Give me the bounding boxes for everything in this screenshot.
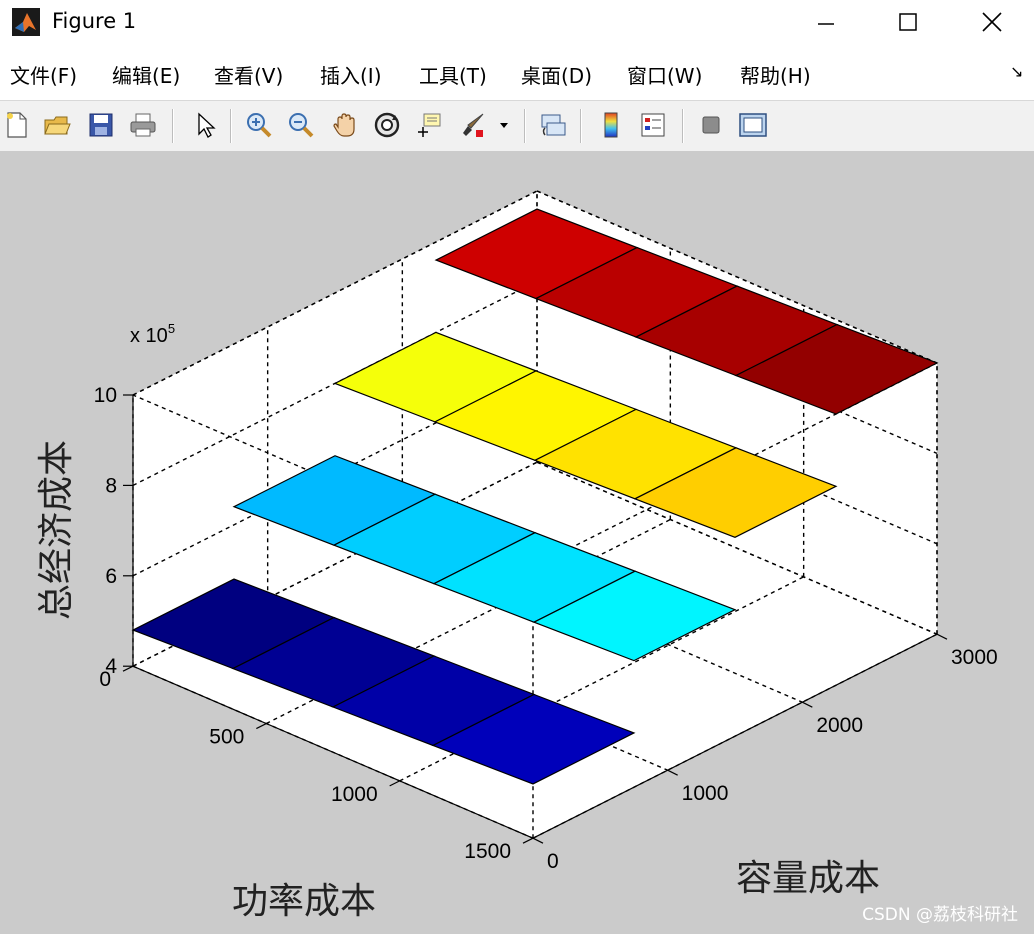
y-tick-label: 2000 — [816, 714, 863, 737]
open-file-icon — [44, 116, 71, 135]
z-tick-label: 6 — [105, 565, 117, 588]
rotate-3d-button[interactable] — [370, 107, 404, 143]
menu-view[interactable]: 查看(V) — [214, 60, 283, 89]
show-plot-tools-icon — [739, 113, 767, 137]
zoom-in-button[interactable] — [242, 107, 276, 143]
new-figure-button[interactable] — [0, 107, 34, 143]
x-tick-label: 1000 — [331, 783, 378, 806]
brush-button[interactable] — [456, 107, 490, 143]
x-axis-label: 功率成本 — [232, 881, 376, 922]
hide-plot-tools-button[interactable] — [694, 107, 728, 143]
link-plot-button[interactable] — [536, 107, 570, 143]
y-tick — [802, 701, 813, 708]
save-button[interactable] — [84, 107, 118, 143]
maximize-button[interactable] — [878, 0, 938, 44]
watermark: CSDN @荔枝科研社 — [862, 905, 1018, 925]
matlab-logo-icon — [12, 8, 40, 36]
menu-dock-arrow-icon[interactable]: ↘ — [1010, 62, 1023, 81]
z-tick-label: 8 — [105, 474, 117, 497]
brush-icon — [463, 113, 484, 137]
menu-tools[interactable]: 工具(T) — [419, 60, 487, 89]
z-tick-label: 10 — [94, 384, 117, 407]
brush-dropdown-button[interactable] — [492, 107, 516, 143]
select-pointer-button[interactable] — [188, 107, 222, 143]
pan-button[interactable] — [328, 107, 362, 143]
y-tick — [667, 769, 678, 776]
y-tick-label: 1000 — [682, 782, 729, 805]
toolbar-separator — [682, 109, 684, 143]
print-button[interactable] — [126, 107, 160, 143]
toolbar-separator — [580, 109, 582, 143]
insert-colorbar-button[interactable] — [594, 107, 628, 143]
maximize-icon — [899, 13, 917, 31]
show-plot-tools-button[interactable] — [736, 107, 770, 143]
y-tick — [532, 837, 544, 844]
hide-plot-tools-icon — [702, 116, 720, 134]
rotate-3d-icon — [374, 112, 400, 138]
menu-insert[interactable]: 插入(I) — [320, 60, 382, 89]
x-tick-label: 500 — [209, 726, 244, 749]
toolbar-separator — [524, 109, 526, 143]
link-plot-icon — [541, 114, 566, 136]
toolbar-separator — [230, 109, 232, 143]
surface-plot[interactable]: 050010001500 010002000300046810 功率成本 容量成本… — [0, 151, 1034, 934]
minimize-icon — [818, 23, 834, 25]
close-icon — [982, 12, 1002, 32]
legend-icon — [641, 113, 665, 137]
save-icon — [89, 113, 113, 137]
x-tick — [122, 665, 134, 672]
x-tick — [256, 722, 267, 730]
menu-edit[interactable]: 编辑(E) — [112, 60, 180, 89]
menu-file[interactable]: 文件(F) — [10, 60, 77, 89]
insert-legend-button[interactable] — [636, 107, 670, 143]
toolbar-separator — [172, 109, 174, 143]
x-tick — [389, 780, 400, 787]
title-bar: Figure 1 — [0, 0, 1034, 44]
menu-bar: 文件(F) 编辑(E) 查看(V) 插入(I) 工具(T) 桌面(D) 窗口(W… — [0, 56, 1034, 94]
y-axis-label: 容量成本 — [736, 858, 880, 899]
chevron-down-icon — [500, 123, 508, 128]
menu-window[interactable]: 窗口(W) — [627, 60, 702, 89]
figure-toolbar — [0, 100, 1034, 152]
data-cursor-icon — [418, 113, 441, 137]
x-tick-label: 1500 — [464, 840, 511, 863]
menu-help[interactable]: 帮助(H) — [740, 60, 811, 89]
x-tick — [522, 837, 534, 844]
data-cursor-button[interactable] — [412, 107, 446, 143]
print-icon — [130, 113, 156, 137]
z-exponent-label: x 105 — [130, 321, 175, 347]
pan-hand-icon — [333, 113, 355, 137]
pointer-icon — [198, 112, 216, 138]
zoom-out-button[interactable] — [284, 107, 318, 143]
open-file-button[interactable] — [40, 107, 74, 143]
close-button[interactable] — [962, 0, 1022, 44]
y-tick — [936, 633, 948, 640]
y-tick-label: 0 — [547, 850, 559, 873]
zoom-out-icon — [289, 113, 314, 138]
menu-desktop[interactable]: 桌面(D) — [521, 60, 592, 89]
colorbar-icon — [604, 112, 618, 138]
window-title: Figure 1 — [52, 9, 137, 33]
z-tick-label: 4 — [105, 655, 117, 678]
y-tick-label: 3000 — [951, 646, 998, 669]
z-axis-label: 总经济成本 — [36, 440, 77, 620]
minimize-button[interactable] — [796, 0, 856, 44]
zoom-in-icon — [247, 113, 272, 138]
new-figure-icon — [7, 112, 27, 138]
